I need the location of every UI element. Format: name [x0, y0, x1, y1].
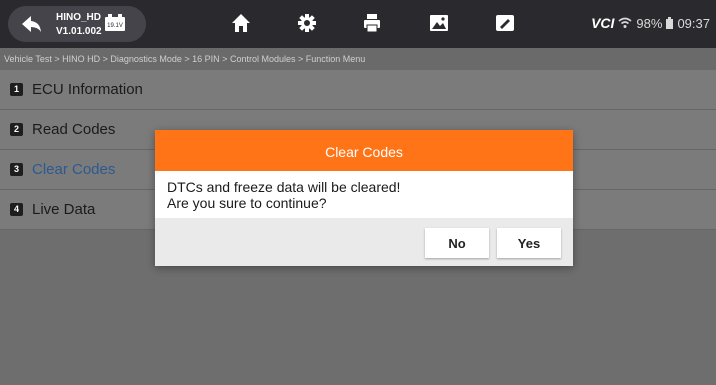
back-arrow-icon	[22, 16, 41, 32]
battery-voltage: 19.1V	[107, 23, 123, 29]
print-icon[interactable]	[361, 12, 383, 34]
clock: 09:37	[677, 15, 710, 31]
item-number-badge: 2	[10, 123, 23, 136]
menu-item-label: ECU Information	[32, 81, 143, 98]
car-battery-icon: 19.1V	[105, 14, 125, 31]
wifi-icon	[618, 17, 632, 28]
top-bar: HINO_HD V1.01.002 19.1V VCI 98% 09:37	[0, 0, 716, 48]
software-version: V1.01.002	[56, 26, 102, 37]
home-icon[interactable]	[230, 12, 252, 34]
menu-item-ecu-information[interactable]: 1 ECU Information	[0, 70, 716, 110]
battery-icon	[666, 17, 674, 29]
dialog-message-line1: DTCs and freeze data will be cleared!	[167, 179, 401, 195]
breadcrumb: Vehicle Test > HINO HD > Diagnostics Mod…	[0, 48, 716, 70]
battery-percent: 98%	[636, 15, 663, 31]
vci-indicator: VCI	[591, 15, 615, 31]
dialog-title: Clear Codes	[155, 130, 573, 171]
screenshot-icon[interactable]	[494, 12, 516, 34]
vehicle-name: HINO_HD	[56, 12, 102, 23]
status-bar: VCI 98% 09:37	[591, 15, 710, 31]
menu-item-label: Live Data	[32, 201, 96, 218]
dialog-message-line2: Are you sure to continue?	[167, 195, 327, 211]
yes-button[interactable]: Yes	[497, 228, 561, 258]
back-button[interactable]: HINO_HD V1.01.002 19.1V	[8, 6, 146, 42]
menu-item-label: Read Codes	[32, 121, 116, 138]
settings-icon[interactable]	[296, 12, 318, 34]
menu-item-label: Clear Codes	[32, 161, 116, 178]
item-number-badge: 3	[10, 163, 23, 176]
image-icon[interactable]	[428, 12, 450, 34]
item-number-badge: 1	[10, 83, 23, 96]
item-number-badge: 4	[10, 203, 23, 216]
clear-codes-dialog: Clear Codes DTCs and freeze data will be…	[155, 130, 573, 266]
dialog-message: DTCs and freeze data will be cleared! Ar…	[155, 171, 573, 218]
no-button[interactable]: No	[425, 228, 489, 258]
